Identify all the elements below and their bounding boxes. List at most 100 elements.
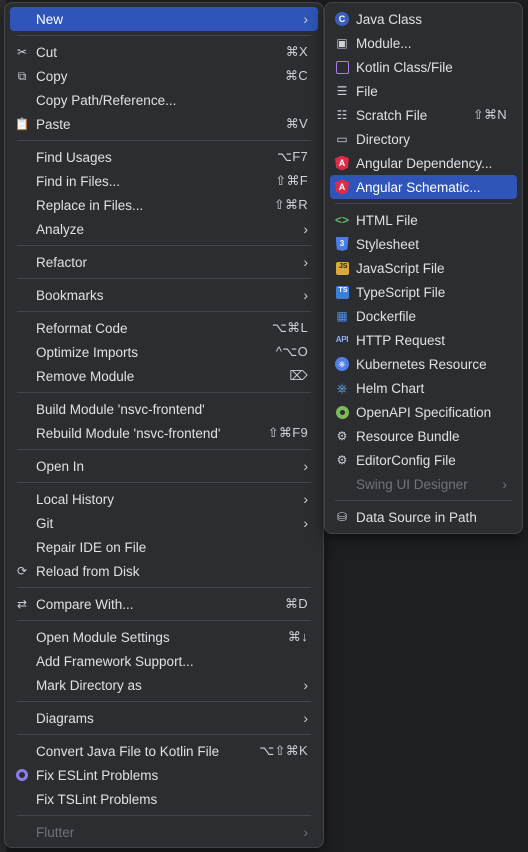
submenu-item-angular-schematic[interactable]: A Angular Schematic...: [330, 175, 517, 199]
submenu-item-resource-bundle[interactable]: ⚙ Resource Bundle: [330, 424, 517, 448]
menu-item-build-module[interactable]: Build Module 'nsvc-frontend': [10, 397, 318, 421]
menu-item-shortcut: ⌥⌘L: [271, 320, 308, 335]
menu-item-replace-in-files[interactable]: Replace in Files... ⇧⌘R: [10, 193, 318, 217]
angular-icon-glyph: A: [335, 179, 349, 195]
docker-icon: ▦: [334, 308, 350, 324]
menu-item-add-framework-support[interactable]: Add Framework Support...: [10, 649, 318, 673]
angular-icon: A: [334, 179, 350, 195]
submenu-item-http-request[interactable]: API HTTP Request: [330, 328, 517, 352]
compare-icon: ⇄: [14, 596, 30, 612]
kotlin-icon: [334, 59, 350, 75]
menu-item-label: Data Source in Path: [356, 509, 477, 525]
copy-icon-glyph: ⧉: [17, 69, 27, 83]
menu-item-fix-eslint[interactable]: Fix ESLint Problems: [10, 763, 318, 787]
editor-background-right: [322, 534, 528, 852]
submenu-item-data-source-in-path[interactable]: ⛁ Data Source in Path: [330, 505, 517, 529]
submenu-item-scratch-file[interactable]: ☷ Scratch File ⇧⌘N: [330, 103, 517, 127]
menu-item-paste[interactable]: 📋 Paste ⌘V: [10, 112, 318, 136]
menu-item-repair-ide[interactable]: Repair IDE on File: [10, 535, 318, 559]
menu-item-compare-with[interactable]: ⇄ Compare With... ⌘D: [10, 592, 318, 616]
menu-separator: [17, 734, 311, 735]
menu-item-analyze[interactable]: Analyze ›: [10, 217, 318, 241]
menu-item-convert-java-to-kotlin[interactable]: Convert Java File to Kotlin File ⌥⇧⌘K: [10, 739, 318, 763]
menu-item-remove-module[interactable]: Remove Module ⌦: [10, 364, 318, 388]
menu-item-label: Reload from Disk: [36, 563, 140, 579]
submenu-item-typescript-file[interactable]: TS TypeScript File: [330, 280, 517, 304]
menu-separator: [17, 587, 311, 588]
submenu-item-directory[interactable]: ▭ Directory: [330, 127, 517, 151]
menu-item-shortcut: ⌘↓: [287, 629, 308, 644]
menu-item-label: EditorConfig File: [356, 452, 456, 468]
submenu-item-stylesheet[interactable]: 3 Stylesheet: [330, 232, 517, 256]
menu-separator: [17, 35, 311, 36]
javascript-icon: JS: [334, 260, 350, 276]
submenu-item-helm-chart[interactable]: ⎈ Helm Chart: [330, 376, 517, 400]
menu-item-label: New: [36, 11, 64, 27]
reload-icon: ⟳: [14, 563, 30, 579]
css-icon-glyph: 3: [335, 237, 349, 251]
menu-item-copy[interactable]: ⧉ Copy ⌘C: [10, 64, 318, 88]
chevron-right-icon: ›: [303, 710, 308, 726]
menu-item-open-in[interactable]: Open In ›: [10, 454, 318, 478]
menu-item-open-module-settings[interactable]: Open Module Settings ⌘↓: [10, 625, 318, 649]
menu-item-label: Git: [36, 515, 54, 531]
menu-item-label: File: [356, 83, 378, 99]
typescript-icon-glyph: TS: [335, 285, 349, 299]
submenu-item-module[interactable]: ▣ Module...: [330, 31, 517, 55]
menu-item-rebuild-module[interactable]: Rebuild Module 'nsvc-frontend' ⇧⌘F9: [10, 421, 318, 445]
menu-item-optimize-imports[interactable]: Optimize Imports ^⌥O: [10, 340, 318, 364]
menu-item-local-history[interactable]: Local History ›: [10, 487, 318, 511]
gear-icon-glyph: ⚙: [336, 429, 348, 443]
menu-item-label: Remove Module: [36, 368, 135, 384]
menu-item-label: Reformat Code: [36, 320, 128, 336]
menu-item-git[interactable]: Git ›: [10, 511, 318, 535]
menu-item-label: Open In: [36, 458, 85, 474]
menu-item-label: Java Class: [356, 11, 423, 27]
helm-icon: ⎈: [334, 380, 350, 396]
menu-item-fix-tslint[interactable]: Fix TSLint Problems: [10, 787, 318, 811]
menu-item-shortcut: ⇧⌘F9: [267, 425, 308, 440]
kubernetes-icon-glyph: ⎈: [335, 357, 349, 371]
api-icon: API: [334, 332, 350, 348]
chevron-right-icon: ›: [303, 11, 308, 27]
menu-item-label: Find in Files...: [36, 173, 121, 189]
submenu-item-editorconfig-file[interactable]: ⚙ EditorConfig File: [330, 448, 517, 472]
menu-item-label: Angular Schematic...: [356, 179, 481, 195]
submenu-item-kotlin-class[interactable]: Kotlin Class/File: [330, 55, 517, 79]
menu-item-copy-path[interactable]: Copy Path/Reference...: [10, 88, 318, 112]
menu-item-cut[interactable]: ✂ Cut ⌘X: [10, 40, 318, 64]
menu-item-label: OpenAPI Specification: [356, 404, 492, 420]
submenu-item-dockerfile[interactable]: ▦ Dockerfile: [330, 304, 517, 328]
menu-item-label: Add Framework Support...: [36, 653, 194, 669]
menu-item-find-in-files[interactable]: Find in Files... ⇧⌘F: [10, 169, 318, 193]
menu-item-find-usages[interactable]: Find Usages ⌥F7: [10, 145, 318, 169]
menu-item-label: Kubernetes Resource: [356, 356, 487, 372]
menu-item-reformat-code[interactable]: Reformat Code ⌥⌘L: [10, 316, 318, 340]
menu-item-reload-from-disk[interactable]: ⟳ Reload from Disk: [10, 559, 318, 583]
submenu-item-file[interactable]: ☰ File: [330, 79, 517, 103]
menu-item-diagrams[interactable]: Diagrams ›: [10, 706, 318, 730]
chevron-right-icon: ›: [303, 458, 308, 474]
submenu-item-html-file[interactable]: <> HTML File: [330, 208, 517, 232]
submenu-item-javascript-file[interactable]: JS JavaScript File: [330, 256, 517, 280]
menu-item-label: Scratch File: [356, 107, 428, 123]
menu-separator: [17, 311, 311, 312]
menu-item-bookmarks[interactable]: Bookmarks ›: [10, 283, 318, 307]
menu-item-mark-directory-as[interactable]: Mark Directory as ›: [10, 673, 318, 697]
submenu-item-java-class[interactable]: C Java Class: [330, 7, 517, 31]
scissors-icon: ✂: [14, 44, 30, 60]
html-icon-glyph: <>: [334, 213, 349, 227]
menu-separator: [17, 701, 311, 702]
clipboard-icon: 📋: [14, 116, 30, 132]
menu-item-new[interactable]: New ›: [10, 7, 318, 31]
submenu-item-kubernetes-resource[interactable]: ⎈ Kubernetes Resource: [330, 352, 517, 376]
submenu-item-openapi-spec[interactable]: OpenAPI Specification: [330, 400, 517, 424]
submenu-item-angular-dependency[interactable]: A Angular Dependency...: [330, 151, 517, 175]
menu-item-refactor[interactable]: Refactor ›: [10, 250, 318, 274]
menu-separator: [17, 620, 311, 621]
chevron-right-icon: ›: [303, 515, 308, 531]
menu-item-shortcut: ⇧⌘R: [273, 197, 308, 212]
menu-item-label: Bookmarks: [36, 287, 104, 303]
folder-icon: ▭: [334, 131, 350, 147]
menu-item-label: Local History: [36, 491, 115, 507]
